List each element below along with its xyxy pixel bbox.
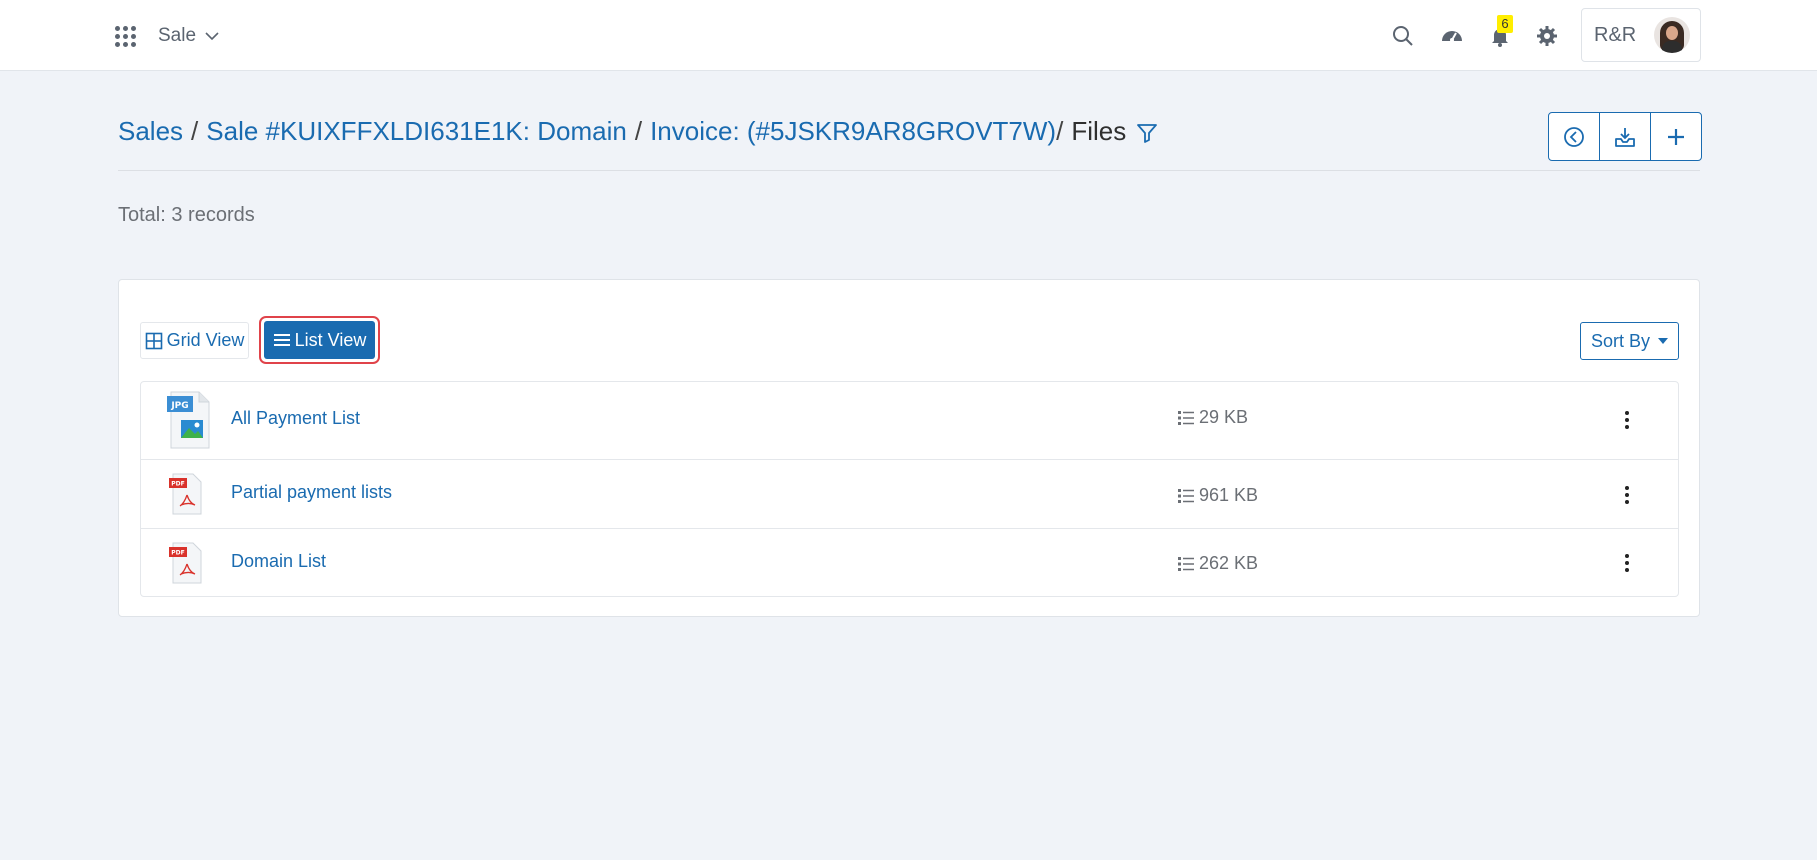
header-divider xyxy=(118,170,1700,171)
list-view-label: List View xyxy=(294,329,367,350)
download-tray-icon xyxy=(1615,127,1635,147)
list-item[interactable]: JPG All Payment List 29 KB xyxy=(141,382,1678,460)
module-switcher[interactable]: Sale xyxy=(158,22,220,50)
back-button[interactable] xyxy=(1549,113,1600,160)
file-list: JPG All Payment List 29 KB PDF Partial p… xyxy=(140,381,1679,597)
sort-by-dropdown[interactable]: Sort By xyxy=(1580,322,1679,360)
more-options-icon[interactable] xyxy=(1617,408,1637,432)
list-item[interactable]: PDF Partial payment lists 961 KB xyxy=(141,460,1678,529)
file-name-link[interactable]: Domain List xyxy=(231,551,326,572)
breadcrumb-separator: / xyxy=(1056,115,1064,146)
avatar xyxy=(1654,17,1690,53)
breadcrumb-sale[interactable]: Sale #KUIXFFXLDI631E1K: Domain xyxy=(206,116,627,147)
apps-grid-icon[interactable] xyxy=(115,26,137,48)
back-circle-icon xyxy=(1564,126,1584,147)
chevron-down-icon xyxy=(205,32,219,41)
pdf-file-icon: PDF xyxy=(169,542,202,584)
user-menu[interactable]: R&R xyxy=(1581,8,1701,62)
breadcrumb: Sales / Sale #KUIXFFXLDI631E1K: Domain /… xyxy=(118,114,1158,148)
file-size-value: 29 KB xyxy=(1199,407,1249,427)
filter-icon[interactable] xyxy=(1136,122,1158,144)
svg-text:PDF: PDF xyxy=(171,481,184,488)
breadcrumb-invoice[interactable]: Invoice: (#5JSKR9AR8GROVT7W) xyxy=(650,116,1056,147)
list-item[interactable]: PDF Domain List 262 KB xyxy=(141,529,1678,597)
svg-text:JPG: JPG xyxy=(170,401,188,411)
gear-icon[interactable] xyxy=(1535,24,1559,48)
files-card: Grid View List View Sort By JPG All Paym… xyxy=(118,279,1700,617)
file-name-link[interactable]: Partial payment lists xyxy=(231,482,392,503)
module-label: Sale xyxy=(158,25,197,46)
page-actions xyxy=(1548,112,1702,161)
sort-by-label: Sort By xyxy=(1590,330,1651,351)
more-options-icon[interactable] xyxy=(1617,551,1637,575)
dashboard-gauge-icon[interactable] xyxy=(1440,24,1464,48)
file-size-value: 262 KB xyxy=(1199,553,1259,573)
notification-count-badge: 6 xyxy=(1497,15,1513,33)
breadcrumb-separator: / xyxy=(634,115,643,146)
grid-icon xyxy=(145,332,162,349)
svg-text:PDF: PDF xyxy=(171,550,184,557)
list-detail-icon xyxy=(1178,556,1194,571)
top-navbar: Sale 6 R&R xyxy=(0,0,1817,71)
list-detail-icon xyxy=(1178,410,1194,425)
file-size: 262 KB xyxy=(1177,553,1258,574)
more-options-icon[interactable] xyxy=(1617,483,1637,507)
search-icon[interactable] xyxy=(1391,24,1415,48)
breadcrumb-sales[interactable]: Sales xyxy=(118,116,183,147)
plus-icon xyxy=(1668,128,1684,145)
file-name-link[interactable]: All Payment List xyxy=(231,408,360,429)
grid-view-label: Grid View xyxy=(166,330,245,350)
user-initials: R&R xyxy=(1594,23,1637,46)
total-records: Total: 3 records xyxy=(118,204,255,226)
list-view-highlight: List View xyxy=(259,316,380,364)
download-button[interactable] xyxy=(1600,113,1651,160)
breadcrumb-separator: / xyxy=(191,115,199,146)
pdf-file-icon: PDF xyxy=(169,473,202,515)
page-title: Files xyxy=(1071,115,1127,146)
file-size: 29 KB xyxy=(1177,407,1248,428)
caret-down-icon xyxy=(1658,338,1669,344)
jpg-file-icon: JPG xyxy=(167,391,210,449)
grid-view-button[interactable]: Grid View xyxy=(140,322,249,359)
file-size-value: 961 KB xyxy=(1199,485,1259,505)
list-icon xyxy=(273,334,290,346)
add-button[interactable] xyxy=(1651,113,1701,160)
file-size: 961 KB xyxy=(1177,485,1258,506)
list-view-button[interactable]: List View xyxy=(264,321,375,359)
list-detail-icon xyxy=(1178,488,1194,503)
